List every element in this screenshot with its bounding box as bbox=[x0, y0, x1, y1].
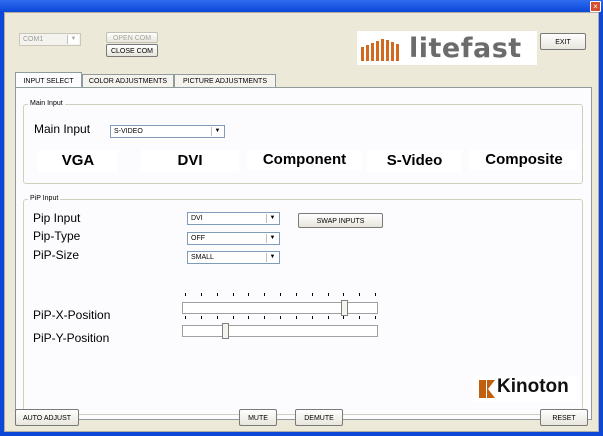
title-bar: × bbox=[0, 0, 603, 12]
slider-tick bbox=[359, 293, 360, 296]
kinoton-k-icon bbox=[479, 380, 495, 398]
slider-tick bbox=[201, 293, 202, 296]
main-window: COM1 ▼ OPEN COM CLOSE COM litefast EXIT … bbox=[4, 12, 599, 432]
tab-picture-adjustments[interactable]: PICTURE ADJUSTMENTS bbox=[174, 74, 276, 87]
pip-type-select[interactable]: OFF ▼ bbox=[187, 232, 280, 245]
com-port-select[interactable]: COM1 ▼ bbox=[19, 33, 81, 46]
chevron-down-icon: ▼ bbox=[211, 127, 223, 136]
pip-input-value: DVI bbox=[191, 215, 203, 222]
slider-tick bbox=[312, 293, 313, 296]
slider-tick bbox=[343, 316, 344, 319]
kinoton-logo: Kinoton bbox=[473, 376, 579, 402]
slider-tick bbox=[201, 316, 202, 319]
slider-tick bbox=[375, 316, 376, 319]
litefast-logo: litefast bbox=[357, 31, 537, 65]
slider-tick bbox=[248, 316, 249, 319]
slider-tick bbox=[296, 293, 297, 296]
window-border-right bbox=[599, 12, 603, 436]
pip-input-group: PiP Input Pip Input DVI ▼ SWAP INPUTS Pi… bbox=[23, 195, 583, 415]
pip-size-select[interactable]: SMALL ▼ bbox=[187, 251, 280, 264]
pip-input-label: Pip Input bbox=[33, 211, 81, 225]
slider-tick bbox=[328, 293, 329, 296]
slider-track bbox=[182, 302, 378, 314]
main-input-label: Main Input bbox=[34, 122, 91, 136]
swap-inputs-button[interactable]: SWAP INPUTS bbox=[298, 213, 383, 228]
demute-button[interactable]: DEMUTE bbox=[295, 409, 343, 426]
pip-input-select[interactable]: DVI ▼ bbox=[187, 212, 280, 225]
pip-type-value: OFF bbox=[191, 235, 205, 242]
pip-size-value: SMALL bbox=[191, 254, 214, 261]
main-input-svideo-button[interactable]: S-Video bbox=[367, 150, 462, 172]
main-input-select[interactable]: S-VIDEO ▼ bbox=[110, 125, 225, 138]
slider-tick bbox=[280, 293, 281, 296]
slider-thumb[interactable] bbox=[222, 323, 229, 339]
main-input-composite-button[interactable]: Composite bbox=[469, 150, 579, 170]
litefast-bars-icon bbox=[361, 39, 399, 61]
input-select-panel: Main Input Main Input S-VIDEO ▼ VGA DVI … bbox=[15, 87, 592, 420]
main-input-dvi-button[interactable]: DVI bbox=[141, 150, 239, 172]
slider-thumb[interactable] bbox=[341, 300, 348, 316]
slider-tick bbox=[312, 316, 313, 319]
pip-type-label: Pip-Type bbox=[33, 229, 81, 243]
window-border-bottom bbox=[0, 432, 603, 436]
kinoton-logo-text: Kinoton bbox=[497, 376, 569, 397]
main-input-group: Main Input Main Input S-VIDEO ▼ VGA DVI … bbox=[23, 100, 583, 184]
pip-y-position-label: PiP-Y-Position bbox=[33, 331, 110, 345]
slider-tick bbox=[233, 316, 234, 319]
slider-tick bbox=[217, 293, 218, 296]
pip-x-position-slider[interactable] bbox=[182, 293, 378, 316]
main-input-value: S-VIDEO bbox=[114, 128, 143, 135]
auto-adjust-button[interactable]: AUTO ADJUST bbox=[15, 409, 79, 426]
close-com-button[interactable]: CLOSE COM bbox=[106, 44, 158, 57]
slider-tick bbox=[233, 293, 234, 296]
chevron-down-icon: ▼ bbox=[266, 253, 278, 262]
slider-tick bbox=[296, 316, 297, 319]
slider-tick bbox=[264, 316, 265, 319]
chevron-down-icon: ▼ bbox=[266, 234, 278, 243]
chevron-down-icon: ▼ bbox=[266, 214, 278, 223]
slider-tick bbox=[248, 293, 249, 296]
com-port-value: COM1 bbox=[23, 36, 44, 43]
slider-tick bbox=[264, 293, 265, 296]
reset-button[interactable]: RESET bbox=[540, 409, 588, 426]
window-close-button[interactable]: × bbox=[590, 1, 601, 12]
main-input-group-label: Main Input bbox=[28, 100, 65, 107]
slider-tick bbox=[217, 316, 218, 319]
slider-tick bbox=[359, 316, 360, 319]
slider-tick bbox=[343, 293, 344, 296]
exit-button[interactable]: EXIT bbox=[540, 33, 586, 50]
open-com-button[interactable]: OPEN COM bbox=[106, 32, 158, 43]
slider-track bbox=[182, 325, 378, 337]
mute-button[interactable]: MUTE bbox=[239, 409, 277, 426]
pip-y-position-slider[interactable] bbox=[182, 316, 378, 339]
slider-tick bbox=[185, 316, 186, 319]
slider-tick bbox=[185, 293, 186, 296]
tab-input-select[interactable]: INPUT SELECT bbox=[15, 72, 82, 87]
slider-tick bbox=[280, 316, 281, 319]
slider-tick bbox=[328, 316, 329, 319]
pip-input-group-label: PiP Input bbox=[28, 195, 61, 202]
chevron-down-icon: ▼ bbox=[67, 35, 79, 44]
pip-size-label: PiP-Size bbox=[33, 248, 80, 262]
tab-color-adjustments[interactable]: COLOR ADJUSTMENTS bbox=[82, 74, 174, 87]
slider-tick bbox=[375, 293, 376, 296]
main-input-component-button[interactable]: Component bbox=[247, 150, 362, 170]
pip-x-position-label: PiP-X-Position bbox=[33, 308, 111, 322]
litefast-logo-text: litefast bbox=[409, 33, 522, 64]
main-input-vga-button[interactable]: VGA bbox=[38, 150, 118, 172]
